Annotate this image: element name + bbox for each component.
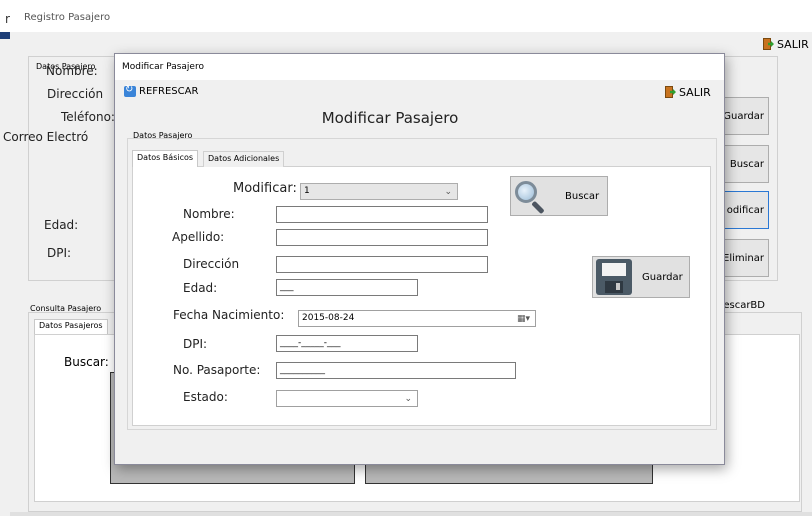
modificar-pasajero-dialog: Modificar Pasajero REFRESCAR SALIR Modif… [114, 53, 725, 465]
background-exit-button[interactable]: SALIR [763, 38, 809, 51]
pasaporte-input[interactable]: __________ [276, 362, 516, 379]
direccion-label: Dirección [183, 257, 240, 271]
dpi-label: DPI: [183, 337, 208, 351]
background-consulta-legend: Consulta Pasajero [30, 304, 102, 313]
modificar-label: Modificar: [233, 181, 297, 196]
modificar-select[interactable]: 1 ⌄ [300, 183, 458, 200]
background-exit-label: SALIR [777, 38, 809, 51]
background-window-title: Registro Pasajero [24, 12, 111, 23]
pasaporte-label: No. Pasaporte: [173, 363, 261, 377]
app-icon: r [5, 12, 10, 26]
buscar-button[interactable]: Buscar [510, 176, 608, 216]
tab-datos-adicionales[interactable]: Datos Adicionales [203, 151, 285, 167]
dialog-exit-button[interactable]: SALIR [665, 86, 711, 99]
background-nombre-label: Nombre: [46, 64, 98, 78]
apellido-label: Apellido: [172, 230, 225, 244]
chevron-down-icon: ⌄ [404, 394, 412, 404]
guardar-button[interactable]: Guardar [592, 256, 690, 298]
refresh-icon [124, 84, 136, 97]
dpi-input[interactable]: ____-_____-___ [276, 335, 418, 352]
exit-icon [665, 86, 676, 98]
buscar-button-label: Buscar [565, 190, 600, 202]
fecha-nacimiento-label: Fecha Nacimiento: [173, 308, 285, 322]
dialog-titlebar [115, 54, 724, 80]
accent-strip [0, 32, 10, 39]
apellido-input[interactable] [276, 229, 488, 246]
exit-icon [763, 38, 774, 50]
estado-select[interactable]: ⌄ [276, 390, 418, 407]
fecha-nacimiento-picker[interactable]: 2015-08-24 ▦▾ [298, 310, 536, 327]
tab-datos-basicos[interactable]: Datos Básicos [132, 150, 199, 167]
background-titlebar [0, 0, 812, 32]
dialog-datos-legend: Datos Pasajero [133, 131, 193, 140]
fecha-nacimiento-value: 2015-08-24 [302, 313, 355, 323]
dialog-heading: Modificar Pasajero [321, 109, 459, 127]
direccion-input[interactable] [276, 256, 488, 273]
background-bottom-edge [10, 512, 812, 516]
background-correo-label: Correo Electró [3, 130, 89, 144]
edad-input[interactable]: ___ [276, 279, 418, 296]
dialog-title: Modificar Pasajero [122, 62, 204, 72]
refrescar-button[interactable]: REFRESCAR [124, 84, 199, 97]
calendar-icon: ▦▾ [516, 314, 530, 324]
guardar-button-label: Guardar [642, 271, 683, 283]
background-dpi-label: DPI: [47, 246, 72, 260]
background-telefono-label: Teléfono: [61, 110, 115, 124]
edad-label: Edad: [183, 281, 218, 295]
nombre-label: Nombre: [183, 207, 235, 221]
tab-datos-pasajeros[interactable]: Datos Pasajeros [34, 319, 108, 334]
magnifier-icon [513, 179, 551, 215]
chevron-down-icon: ⌄ [444, 187, 452, 197]
background-direccion-label: Dirección [47, 87, 104, 101]
background-buscar-label: Buscar: [64, 355, 109, 369]
estado-label: Estado: [183, 390, 228, 404]
nombre-input[interactable] [276, 206, 488, 223]
background-edad-label: Edad: [44, 218, 79, 232]
refrescar-label: REFRESCAR [139, 86, 199, 97]
modificar-select-value: 1 [304, 186, 310, 196]
dialog-exit-label: SALIR [679, 86, 711, 99]
floppy-disk-icon [596, 259, 632, 295]
